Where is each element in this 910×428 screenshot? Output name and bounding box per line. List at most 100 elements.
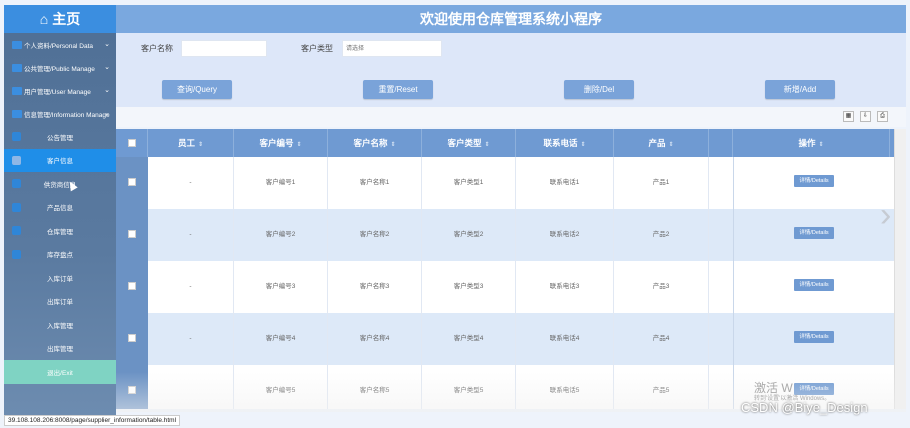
- col-actions: 操作 ⇕: [733, 129, 890, 157]
- row-select-cell: [116, 209, 148, 261]
- sidebar-group-information[interactable]: 信息管理/Information Manage ⌄: [4, 102, 116, 125]
- sidebar-group-label: 信息管理/Information Manage: [24, 111, 110, 119]
- row-checkbox[interactable]: [128, 282, 136, 290]
- col-blank: [709, 129, 733, 157]
- sidebar-item-label: 入库订单: [47, 275, 73, 283]
- delete-button[interactable]: 删除/Del: [564, 80, 634, 99]
- table-cell: 客户名称5: [328, 365, 422, 409]
- sort-icon: ⇕: [580, 142, 586, 148]
- sidebar-item-outbound-order[interactable]: 出库订单: [4, 290, 116, 314]
- row-select-cell: [116, 157, 148, 209]
- chevron-down-icon: ⌄: [104, 110, 110, 117]
- table-toolbar: ▦ ⇩ ⎙: [116, 107, 906, 127]
- table-cell: 客户类型4: [422, 313, 516, 365]
- sidebar-item-outbound-manage[interactable]: 出库管理: [4, 337, 116, 361]
- home-label: 主页: [52, 11, 81, 27]
- sort-icon: ⇕: [296, 142, 302, 148]
- col-label: 客户类型: [447, 138, 482, 148]
- table-row[interactable]: - 客户编号1 客户名称1 客户类型1 联系电话1 产品1 详情/Details: [116, 157, 906, 209]
- details-button[interactable]: 详情/Details: [794, 279, 834, 291]
- col-customer-type[interactable]: 客户类型 ⇕: [422, 129, 516, 157]
- details-button[interactable]: 详情/Details: [794, 175, 834, 187]
- print-icon[interactable]: ⎙: [877, 111, 888, 122]
- reset-button[interactable]: 重置/Reset: [363, 80, 433, 99]
- chevron-right-icon[interactable]: ›: [880, 198, 900, 232]
- supplier-icon: [12, 179, 21, 188]
- row-checkbox[interactable]: [128, 334, 136, 342]
- table-cell: 客户名称4: [328, 313, 422, 365]
- table-header: 员工 ⇕ 客户编号 ⇕ 客户名称 ⇕ 客户类型 ⇕ 联系电话 ⇕ 产品 ⇕ 操作 ⇕: [116, 129, 906, 157]
- details-button[interactable]: 详情/Details: [794, 227, 834, 239]
- sidebar-group-user[interactable]: 用户管理/User Manage ⌄: [4, 79, 116, 102]
- query-button[interactable]: 查询/Query: [162, 80, 232, 99]
- col-label: 联系电话: [543, 138, 578, 148]
- actions-cell: 详情/Details: [733, 313, 890, 365]
- customer-type-label: 客户类型: [301, 44, 333, 53]
- col-employee[interactable]: 员工 ⇕: [148, 129, 234, 157]
- add-button[interactable]: 新增/Add: [765, 80, 835, 99]
- col-product[interactable]: 产品 ⇕: [614, 129, 709, 157]
- sidebar-item-inbound-manage[interactable]: 入库管理: [4, 313, 116, 337]
- table-cell: 客户类型1: [422, 157, 516, 209]
- table-cell: 联系电话4: [516, 313, 614, 365]
- sidebar-home[interactable]: ⌂ 主页: [4, 5, 116, 33]
- person-icon: [12, 40, 22, 49]
- sort-icon: ⇕: [818, 142, 824, 148]
- actions-cell: 详情/Details: [733, 157, 890, 209]
- customer-name-label: 客户名称: [141, 44, 173, 53]
- table-row[interactable]: - 客户编号2 客户名称2 客户类型2 联系电话2 产品2 详情/Details: [116, 209, 906, 261]
- table-cell: -: [148, 313, 234, 365]
- row-checkbox[interactable]: [128, 386, 136, 394]
- col-customer-no[interactable]: 客户编号 ⇕: [234, 129, 328, 157]
- sidebar-group-label: 个人资料/Personal Data: [24, 42, 93, 50]
- table-cell: 产品2: [614, 209, 709, 261]
- table-row[interactable]: - 客户编号4 客户名称4 客户类型4 联系电话4 产品4 详情/Details: [116, 313, 906, 365]
- col-phone[interactable]: 联系电话 ⇕: [516, 129, 614, 157]
- table-cell: 联系电话3: [516, 261, 614, 313]
- home-icon: ⌂: [39, 11, 49, 27]
- sidebar-item-warehouse[interactable]: 仓库管理: [4, 219, 116, 243]
- table-cell: 客户编号1: [234, 157, 328, 209]
- notice-icon: [12, 132, 21, 141]
- sidebar-item-inventory[interactable]: 库存盘点: [4, 243, 116, 267]
- sidebar-group-personal[interactable]: 个人资料/Personal Data ⌄: [4, 33, 116, 56]
- status-url: 39.108.108.206:8008/page/supplier_inform…: [4, 415, 181, 426]
- col-label: 操作: [798, 138, 816, 148]
- table-cell: 客户类型2: [422, 209, 516, 261]
- sidebar-item-label: 出库管理: [47, 346, 73, 354]
- row-checkbox[interactable]: [128, 178, 136, 186]
- sidebar-item-product[interactable]: 产品信息: [4, 196, 116, 220]
- sidebar-item-customer[interactable]: 客户信息: [4, 148, 116, 172]
- customer-type-input[interactable]: [342, 40, 442, 57]
- sidebar-group-public[interactable]: 公共管理/Public Manage ⌄: [4, 56, 116, 79]
- blank-cell: [709, 313, 733, 365]
- sidebar-item-supplier[interactable]: 供货商信息: [4, 172, 116, 196]
- chevron-down-icon: ⌄: [104, 41, 110, 48]
- sidebar-group-label: 用户管理/User Manage: [24, 88, 91, 96]
- table-cell: 客户编号3: [234, 261, 328, 313]
- blank-cell: [709, 365, 733, 409]
- sidebar-item-inbound-order[interactable]: 入库订单: [4, 266, 116, 290]
- warehouse-icon: [12, 226, 21, 235]
- chevron-down-icon: ⌄: [104, 87, 110, 94]
- select-all-checkbox[interactable]: [128, 139, 136, 147]
- table-cell: -: [148, 261, 234, 313]
- sort-icon: ⇕: [390, 142, 396, 148]
- sort-icon: ⇕: [484, 142, 490, 148]
- table-scrollbar[interactable]: [894, 129, 906, 409]
- sidebar-item-label: 入库管理: [47, 322, 73, 330]
- row-select-cell: [116, 261, 148, 313]
- table-row[interactable]: - 客户编号3 客户名称3 客户类型3 联系电话3 产品3 详情/Details: [116, 261, 906, 313]
- table-cell: 客户名称2: [328, 209, 422, 261]
- customer-name-input[interactable]: [181, 40, 267, 57]
- col-customer-name[interactable]: 客户名称 ⇕: [328, 129, 422, 157]
- details-button[interactable]: 详情/Details: [794, 331, 834, 343]
- sort-icon: ⇕: [197, 142, 204, 148]
- export-icon[interactable]: ⇩: [860, 111, 871, 122]
- exit-button[interactable]: 退出/Exit: [4, 360, 116, 384]
- sidebar-item-notice[interactable]: 公告管理: [4, 125, 116, 149]
- columns-icon[interactable]: ▦: [843, 111, 854, 122]
- row-checkbox[interactable]: [128, 230, 136, 238]
- page-title: 欢迎使用仓库管理系统小程序: [116, 5, 906, 33]
- table-cell: [148, 365, 234, 409]
